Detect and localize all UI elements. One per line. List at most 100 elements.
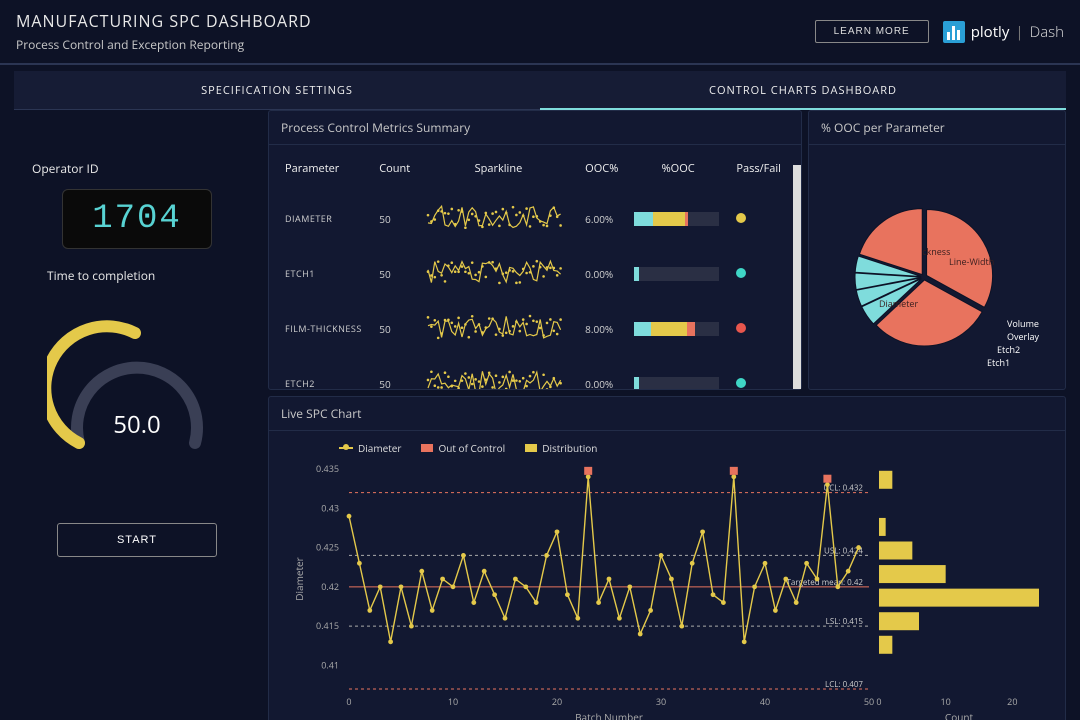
app-title: MANUFACTURING SPC DASHBOARD (16, 10, 312, 32)
tab-specification-settings[interactable]: SPECIFICATION SETTINGS (14, 71, 540, 110)
panel-process-control-metrics: Process Control Metrics Summary Paramete… (268, 110, 802, 390)
svg-text:10: 10 (448, 695, 458, 708)
cell-oocpct: 0.00% (579, 247, 626, 300)
legend-dist-icon (525, 444, 537, 452)
svg-text:Line-Width: Line-Width (949, 255, 994, 268)
svg-text:Overlay: Overlay (1007, 330, 1040, 343)
main: Operator ID 1704 Time to completion 50.0… (0, 110, 1080, 720)
metrics-table: Parameter Count Sparkline OOC% %OOC Pass… (269, 145, 791, 389)
svg-text:Targeted mean: 0.42: Targeted mean: 0.42 (786, 577, 863, 588)
svg-text:40: 40 (760, 695, 770, 708)
pie-title: % OOC per Parameter (809, 111, 1065, 145)
col-passfail: Pass/Fail (730, 147, 789, 190)
spc-title: Live SPC Chart (269, 397, 1065, 431)
metrics-title: Process Control Metrics Summary (269, 111, 801, 145)
svg-text:Diameter: Diameter (292, 557, 306, 600)
cell-sparkline (420, 247, 577, 300)
cell-passfail (730, 247, 789, 300)
cell-oocpct: 6.00% (579, 192, 626, 245)
svg-text:Batch Number: Batch Number (575, 710, 643, 720)
legend-dist: Distribution (542, 441, 597, 455)
cell-oocbar (628, 192, 728, 245)
cell-oocbar (628, 357, 728, 389)
svg-text:20: 20 (1007, 695, 1017, 708)
legend-ooc-icon (421, 444, 433, 452)
col-ooc: %OOC (628, 147, 728, 190)
col-count: Count (373, 147, 418, 190)
start-button[interactable]: START (57, 523, 217, 557)
gauge-value: 50.0 (47, 408, 227, 441)
cell-sparkline (420, 302, 577, 355)
cell-oocpct: 0.00% (579, 357, 626, 389)
cell-param: ETCH1 (271, 247, 371, 300)
cell-count: 50 (373, 192, 418, 245)
svg-text:0.43: 0.43 (321, 501, 339, 514)
cell-param: DIAMETER (271, 192, 371, 245)
header-right: LEARN MORE plotly | Dash (815, 20, 1064, 43)
brand-dash: Dash (1030, 22, 1064, 42)
svg-text:10: 10 (941, 695, 951, 708)
tab-control-charts-dashboard[interactable]: CONTROL CHARTS DASHBOARD (540, 71, 1066, 110)
svg-text:Etch2: Etch2 (997, 343, 1020, 356)
time-to-completion-label: Time to completion (47, 267, 155, 284)
legend-diameter-icon (339, 447, 353, 449)
cell-param: FILM-THICKNESS (271, 302, 371, 355)
learn-more-button[interactable]: LEARN MORE (815, 20, 929, 43)
cell-count: 50 (373, 302, 418, 355)
content: Process Control Metrics Summary Paramete… (268, 110, 1066, 714)
operator-id-label: Operator ID (32, 160, 99, 177)
cell-param: ETCH2 (271, 357, 371, 389)
app-subtitle: Process Control and Exception Reporting (16, 36, 312, 53)
metrics-scrollbar[interactable] (793, 165, 801, 389)
table-row: ETCH150 0.00% (271, 247, 789, 300)
svg-text:0.425: 0.425 (316, 541, 339, 554)
table-row: ETCH250 0.00% (271, 357, 789, 389)
operator-id-display: 1704 (62, 189, 212, 249)
svg-text:LCL: 0.407: LCL: 0.407 (825, 679, 863, 690)
pie-chart[interactable]: Film-ThicknessLine-WidthVolumeOverlayEtc… (809, 147, 1065, 387)
cell-oocpct: 8.00% (579, 302, 626, 355)
svg-text:20: 20 (552, 695, 562, 708)
legend-diameter: Diameter (358, 441, 401, 455)
cell-count: 50 (373, 357, 418, 389)
svg-text:30: 30 (656, 695, 666, 708)
spc-chart[interactable]: 0.410.4150.420.4250.430.43501020304050UC… (279, 459, 1049, 720)
gauge-svg (47, 313, 227, 473)
svg-text:50: 50 (864, 695, 874, 708)
col-parameter: Parameter (271, 147, 371, 190)
svg-text:0.42: 0.42 (321, 580, 339, 593)
panel-ooc-per-parameter: % OOC per Parameter Film-ThicknessLine-W… (808, 110, 1066, 390)
table-row: DIAMETER50 6.00% (271, 192, 789, 245)
svg-text:Diameter: Diameter (879, 297, 918, 310)
cell-sparkline (420, 192, 577, 245)
gauge-time-to-completion: Time to completion 50.0 (47, 313, 227, 473)
panel-live-spc-chart: Live SPC Chart Diameter Out of Control D… (268, 396, 1066, 720)
col-oocpct: OOC% (579, 147, 626, 190)
header-left: MANUFACTURING SPC DASHBOARD Process Cont… (16, 10, 312, 53)
svg-text:LSL: 0.415: LSL: 0.415 (826, 616, 864, 627)
cell-passfail (730, 192, 789, 245)
tabs: SPECIFICATION SETTINGS CONTROL CHARTS DA… (14, 71, 1066, 110)
legend-ooc: Out of Control (438, 441, 505, 455)
cell-count: 50 (373, 247, 418, 300)
plotly-icon (943, 21, 965, 43)
table-row: FILM-THICKNESS50 8.00% (271, 302, 789, 355)
brand-plotly: plotly (971, 22, 1010, 42)
svg-text:Volume: Volume (1007, 317, 1039, 330)
plotly-logo: plotly | Dash (943, 21, 1064, 43)
svg-text:0.415: 0.415 (316, 619, 339, 632)
svg-text:0: 0 (876, 695, 881, 708)
header: MANUFACTURING SPC DASHBOARD Process Cont… (0, 0, 1080, 65)
col-sparkline: Sparkline (420, 147, 577, 190)
cell-oocbar (628, 302, 728, 355)
cell-oocbar (628, 247, 728, 300)
cell-passfail (730, 357, 789, 389)
svg-text:0.41: 0.41 (321, 658, 339, 671)
svg-text:0.435: 0.435 (316, 462, 339, 475)
cell-sparkline (420, 357, 577, 389)
svg-text:Count: Count (945, 710, 974, 720)
svg-text:Etch1: Etch1 (987, 356, 1010, 369)
sidebar: Operator ID 1704 Time to completion 50.0… (14, 110, 260, 714)
svg-text:0: 0 (346, 695, 351, 708)
spc-legend: Diameter Out of Control Distribution (279, 435, 1055, 459)
